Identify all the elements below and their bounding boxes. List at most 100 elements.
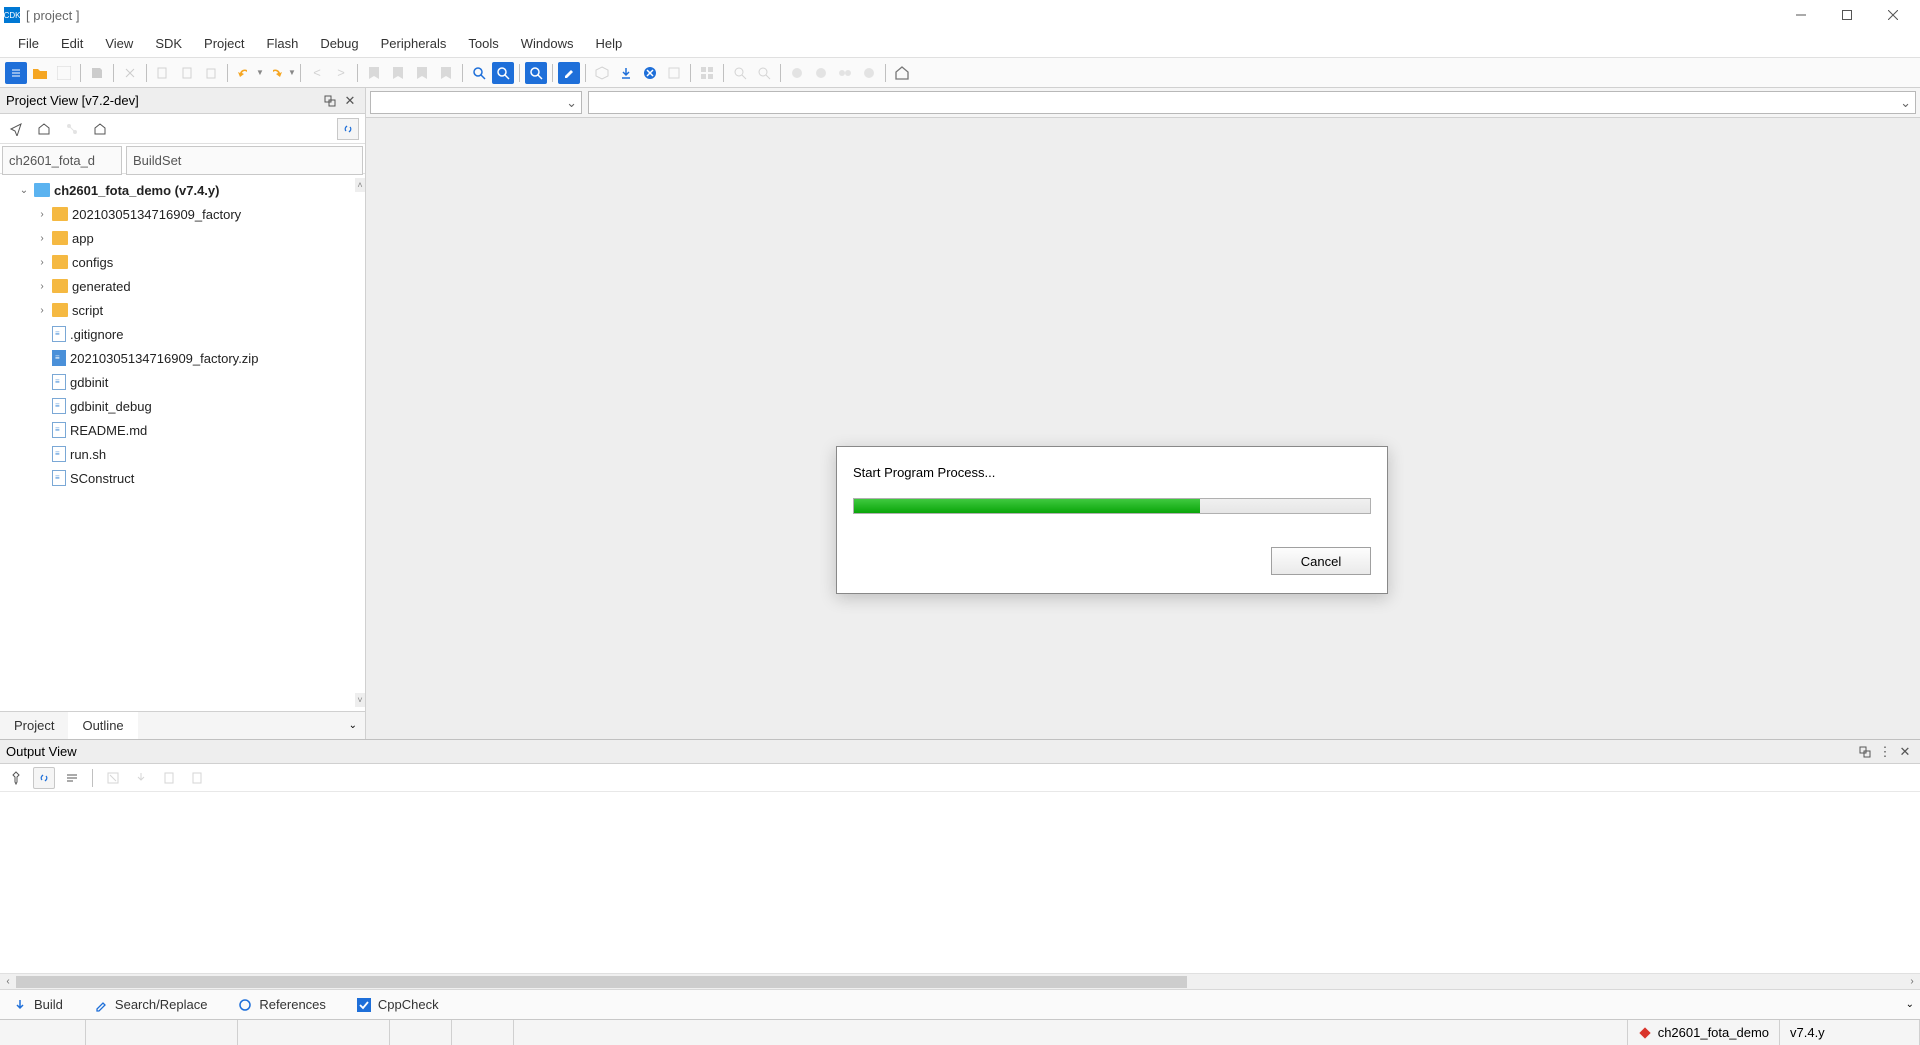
- chevron-down-icon[interactable]: ⌄: [18, 185, 30, 196]
- menu-windows[interactable]: Windows: [511, 32, 584, 55]
- tree-file[interactable]: run.sh: [0, 442, 365, 466]
- menu-sdk[interactable]: SDK: [145, 32, 192, 55]
- tree-folder[interactable]: ›script: [0, 298, 365, 322]
- tree-scroll-up[interactable]: ˄: [355, 178, 365, 192]
- box-icon[interactable]: [591, 62, 613, 84]
- find-file-icon[interactable]: [525, 62, 547, 84]
- project-tree[interactable]: ˄ ⌄ ch2601_fota_demo (v7.4.y) ›202103051…: [0, 174, 365, 711]
- locate-icon[interactable]: [6, 119, 26, 139]
- panel-close-icon[interactable]: ✕: [341, 92, 359, 110]
- menu-edit[interactable]: Edit: [51, 32, 93, 55]
- maximize-button[interactable]: [1824, 0, 1870, 30]
- chevron-right-icon[interactable]: ›: [36, 305, 48, 316]
- house-icon[interactable]: [90, 119, 110, 139]
- redo-icon[interactable]: [265, 62, 287, 84]
- nav-back-icon[interactable]: <: [306, 62, 328, 84]
- search-icon[interactable]: [468, 62, 490, 84]
- tree-scroll-down[interactable]: ˅: [355, 693, 365, 707]
- tree-file[interactable]: gdbinit_debug: [0, 394, 365, 418]
- menu-debug[interactable]: Debug: [310, 32, 368, 55]
- buildset-selector[interactable]: BuildSet: [126, 146, 363, 175]
- save-icon[interactable]: [86, 62, 108, 84]
- bookmark-prev-icon[interactable]: [387, 62, 409, 84]
- menu-peripherals[interactable]: Peripherals: [371, 32, 457, 55]
- project-selector[interactable]: ch2601_fota_d: [2, 146, 122, 175]
- copy-icon[interactable]: [152, 62, 174, 84]
- grid-icon[interactable]: [696, 62, 718, 84]
- menu-flash[interactable]: Flash: [257, 32, 309, 55]
- menu-file[interactable]: File: [8, 32, 49, 55]
- chevron-right-icon[interactable]: ›: [36, 209, 48, 220]
- chevron-right-icon[interactable]: ›: [36, 281, 48, 292]
- tree-icon[interactable]: [62, 119, 82, 139]
- scroll-track[interactable]: [16, 976, 1904, 988]
- tree-file[interactable]: gdbinit: [0, 370, 365, 394]
- open-icon[interactable]: [29, 62, 51, 84]
- close-button[interactable]: [1870, 0, 1916, 30]
- tree-file[interactable]: README.md: [0, 418, 365, 442]
- project-tab[interactable]: Project: [0, 712, 68, 739]
- minimize-button[interactable]: [1778, 0, 1824, 30]
- menu-project[interactable]: Project: [194, 32, 254, 55]
- paste-output-icon[interactable]: [186, 767, 208, 789]
- link-toggle-icon[interactable]: [337, 118, 359, 140]
- undo-icon[interactable]: [233, 62, 255, 84]
- home-icon[interactable]: [891, 62, 913, 84]
- search-active-icon[interactable]: [492, 62, 514, 84]
- tree-file[interactable]: .gitignore: [0, 322, 365, 346]
- tree-folder[interactable]: ›20210305134716909_factory: [0, 202, 365, 226]
- clear-icon[interactable]: [102, 767, 124, 789]
- menu-view[interactable]: View: [95, 32, 143, 55]
- home-nav-icon[interactable]: [34, 119, 54, 139]
- zoom-in-icon[interactable]: [729, 62, 751, 84]
- outline-tab[interactable]: Outline: [68, 712, 137, 739]
- output-detach-icon[interactable]: [1856, 743, 1874, 761]
- bookmark-clear-icon[interactable]: [435, 62, 457, 84]
- wrap-icon[interactable]: [61, 767, 83, 789]
- stop-icon[interactable]: [639, 62, 661, 84]
- detach-icon[interactable]: [321, 92, 339, 110]
- build-tab[interactable]: Build: [6, 993, 69, 1017]
- scroll-thumb[interactable]: [16, 976, 1187, 988]
- tree-root[interactable]: ⌄ ch2601_fota_demo (v7.4.y): [0, 178, 365, 202]
- scope-combo[interactable]: ⌄: [370, 91, 582, 114]
- save-output-icon[interactable]: [130, 767, 152, 789]
- link-output-icon[interactable]: [33, 767, 55, 789]
- output-close-icon[interactable]: ✕: [1896, 743, 1914, 761]
- tree-file[interactable]: 20210305134716909_factory.zip: [0, 346, 365, 370]
- tree-folder[interactable]: ›generated: [0, 274, 365, 298]
- chevron-right-icon[interactable]: ›: [36, 257, 48, 268]
- step-icon[interactable]: [786, 62, 808, 84]
- copy-output-icon[interactable]: [158, 767, 180, 789]
- step-over-icon[interactable]: [810, 62, 832, 84]
- bottom-tabs-dropdown-icon[interactable]: ⌄: [1906, 999, 1914, 1010]
- new-icon[interactable]: [5, 62, 27, 84]
- cancel-button[interactable]: Cancel: [1271, 547, 1371, 575]
- bookmark-icon[interactable]: [363, 62, 385, 84]
- tree-folder[interactable]: ›app: [0, 226, 365, 250]
- paste-icon[interactable]: [176, 62, 198, 84]
- undo-dropdown-icon[interactable]: ▼: [256, 68, 264, 77]
- zoom-out-icon[interactable]: [753, 62, 775, 84]
- chevron-right-icon[interactable]: ›: [36, 233, 48, 244]
- cut-icon[interactable]: [119, 62, 141, 84]
- cppcheck-tab[interactable]: CppCheck: [350, 993, 445, 1017]
- step-into-icon[interactable]: [834, 62, 856, 84]
- tabs-dropdown-icon[interactable]: ⌄: [349, 720, 365, 731]
- tree-folder[interactable]: ›configs: [0, 250, 365, 274]
- menu-help[interactable]: Help: [586, 32, 633, 55]
- pin-icon[interactable]: [5, 767, 27, 789]
- menu-tools[interactable]: Tools: [458, 32, 508, 55]
- nav-forward-icon[interactable]: >: [330, 62, 352, 84]
- output-more-icon[interactable]: ⋮: [1876, 743, 1894, 761]
- symbol-combo[interactable]: ⌄: [588, 91, 1916, 114]
- search-tab[interactable]: Search/Replace: [87, 993, 214, 1017]
- bookmark-next-icon[interactable]: [411, 62, 433, 84]
- clipboard-icon[interactable]: [200, 62, 222, 84]
- output-body[interactable]: [0, 792, 1920, 973]
- tree-file[interactable]: SConstruct: [0, 466, 365, 490]
- highlight-icon[interactable]: [558, 62, 580, 84]
- download-icon[interactable]: [615, 62, 637, 84]
- step-out-icon[interactable]: [858, 62, 880, 84]
- scroll-right-icon[interactable]: ›: [1904, 976, 1920, 987]
